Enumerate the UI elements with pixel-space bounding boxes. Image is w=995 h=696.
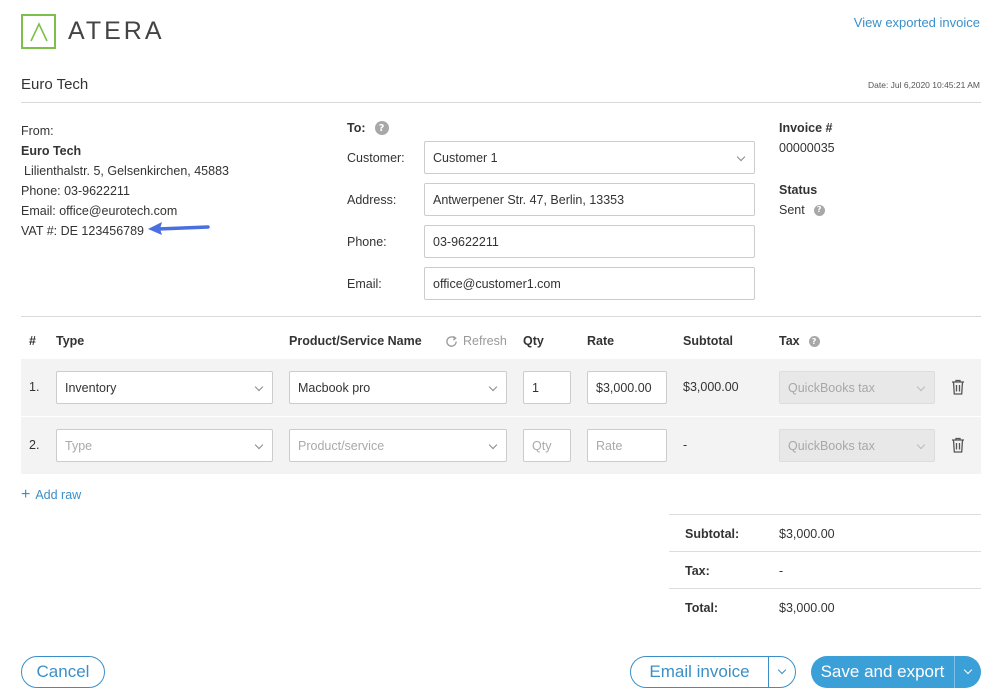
trash-icon[interactable] <box>951 437 965 453</box>
email-invoice-dropdown[interactable] <box>769 657 795 687</box>
table-row: 2. Type Product/service Qty Rate - Quick… <box>21 417 981 474</box>
col-header-rate: Rate <box>587 334 615 348</box>
refresh-icon <box>446 335 457 347</box>
product-select[interactable]: Macbook pro <box>289 371 507 404</box>
from-label: From: <box>21 124 54 138</box>
total-label: Total: <box>685 601 719 615</box>
from-address: Lilienthalstr. 5, Gelsenkirchen, 45883 <box>24 164 229 178</box>
refresh-label: Refresh <box>463 334 507 348</box>
tax-label: Tax: <box>685 564 710 578</box>
email-row: Email: office@customer1.com <box>347 267 755 300</box>
from-phone: Phone: 03-9622211 <box>21 184 130 198</box>
tax-select[interactable]: QuickBooks tax <box>779 371 935 404</box>
type-select[interactable]: Inventory <box>56 371 273 404</box>
row-subtotal: $3,000.00 <box>683 380 739 394</box>
save-export-split-button: Save and export <box>811 656 981 688</box>
logo-mark-icon <box>21 14 56 49</box>
status-value: Sent <box>779 203 805 217</box>
chevron-down-icon <box>963 665 973 675</box>
save-and-export-button[interactable]: Save and export <box>811 656 955 688</box>
col-header-num: # <box>29 334 36 348</box>
trash-icon[interactable] <box>951 379 965 395</box>
subtotal-label: Subtotal: <box>685 527 740 541</box>
table-row: 1. Inventory Macbook pro 1 $3,000.00 $3,… <box>21 359 981 416</box>
subtotal-value: $3,000.00 <box>779 527 835 541</box>
rate-input[interactable]: $3,000.00 <box>587 371 667 404</box>
add-raw-label: Add raw <box>35 488 82 502</box>
atera-logo: ATERA <box>21 14 165 49</box>
email-invoice-button[interactable]: Email invoice <box>631 657 769 687</box>
divider <box>21 316 981 317</box>
phone-label: Phone: <box>347 234 387 249</box>
row-number: 2. <box>29 438 40 452</box>
arrow-left-icon <box>148 222 210 235</box>
customer-row: Customer: Customer 1 <box>347 141 755 174</box>
total-value: $3,000.00 <box>779 601 835 615</box>
chevron-down-icon <box>777 665 787 675</box>
col-header-tax-text: Tax <box>779 334 800 348</box>
address-label: Address: <box>347 192 397 207</box>
phone-row: Phone: 03-9622211 <box>347 225 755 258</box>
row-subtotal: - <box>683 438 688 452</box>
refresh-button[interactable]: Refresh <box>445 334 507 348</box>
to-label: To: ? <box>347 121 389 135</box>
qty-input[interactable]: 1 <box>523 371 571 404</box>
add-raw-button[interactable]: + Add raw <box>21 486 82 503</box>
subtotal-row: Subtotal: $3,000.00 <box>669 514 981 551</box>
help-icon[interactable]: ? <box>808 335 820 347</box>
rate-input[interactable]: Rate <box>587 429 667 462</box>
tax-select[interactable]: QuickBooks tax <box>779 429 935 462</box>
tax-value: - <box>779 564 784 578</box>
col-header-tax: Tax ? <box>779 334 820 348</box>
invoice-number-label: Invoice # <box>779 121 833 135</box>
product-select[interactable]: Product/service <box>289 429 507 462</box>
row-number: 1. <box>29 380 40 394</box>
customer-select[interactable]: Customer 1 <box>424 141 755 174</box>
invoice-number: 00000035 <box>779 141 835 155</box>
help-icon[interactable]: ? <box>374 121 389 135</box>
status-label: Status <box>779 183 818 197</box>
logo-text: ATERA <box>68 17 165 45</box>
email-input[interactable]: office@customer1.com <box>424 267 755 300</box>
invoice-number-block: Invoice # 00000035 <box>779 118 835 158</box>
customer-label: Customer: <box>347 150 405 165</box>
email-invoice-split-button: Email invoice <box>630 656 796 688</box>
company-title: Euro Tech <box>21 76 89 93</box>
invoice-date: Date: Jul 6,2020 10:45:21 AM <box>868 80 980 90</box>
qty-input[interactable]: Qty <box>523 429 571 462</box>
to-label-text: To: <box>347 121 366 135</box>
help-icon[interactable]: ? <box>813 204 825 216</box>
save-export-dropdown[interactable] <box>955 656 981 688</box>
divider <box>21 102 981 103</box>
type-select[interactable]: Type <box>56 429 273 462</box>
plus-icon: + <box>21 486 31 503</box>
from-email: Email: office@eurotech.com <box>21 204 178 218</box>
phone-input[interactable]: 03-9622211 <box>424 225 755 258</box>
tax-row: Tax: - <box>669 551 981 588</box>
from-name: Euro Tech <box>21 144 82 158</box>
total-row: Total: $3,000.00 <box>669 588 981 625</box>
col-header-subtotal: Subtotal <box>683 334 733 348</box>
address-input[interactable]: Antwerpener Str. 47, Berlin, 13353 <box>424 183 755 216</box>
view-exported-invoice-link[interactable]: View exported invoice <box>854 15 980 30</box>
col-header-type: Type <box>56 334 85 348</box>
status-block: Status Sent ? <box>779 180 825 220</box>
email-label: Email: <box>347 276 382 291</box>
address-row: Address: Antwerpener Str. 47, Berlin, 13… <box>347 183 755 216</box>
col-header-qty: Qty <box>523 334 544 348</box>
col-header-product: Product/Service Name <box>289 334 422 348</box>
cancel-button[interactable]: Cancel <box>21 656 105 688</box>
